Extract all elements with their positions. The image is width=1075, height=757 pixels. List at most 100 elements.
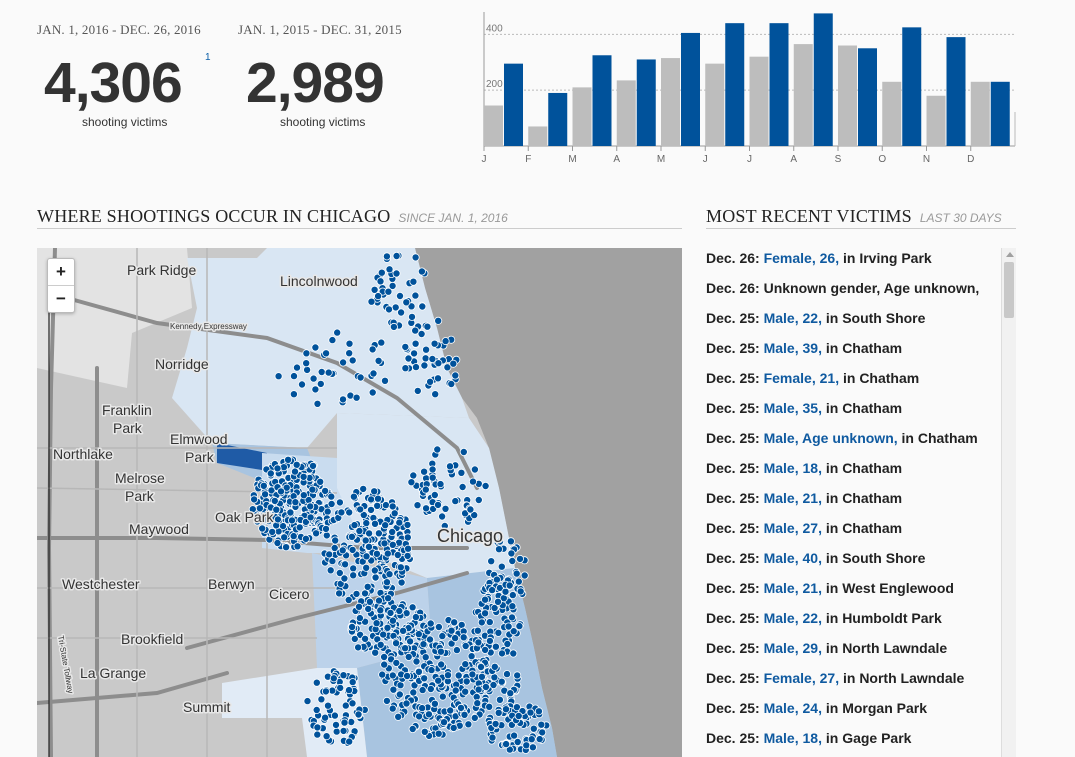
shooting-dot[interactable]	[437, 660, 446, 669]
shooting-dot[interactable]	[474, 638, 483, 647]
shooting-dot[interactable]	[317, 368, 326, 377]
shooting-dot[interactable]	[457, 620, 466, 629]
shooting-dot[interactable]	[261, 490, 270, 499]
shooting-dot[interactable]	[345, 339, 354, 348]
shooting-dot[interactable]	[316, 379, 325, 388]
victim-profile-link[interactable]: Male, 21,	[764, 490, 822, 506]
shooting-dot[interactable]	[323, 701, 332, 710]
shooting-dot[interactable]	[274, 372, 283, 381]
shooting-dot[interactable]	[383, 623, 392, 632]
shooting-dot[interactable]	[491, 642, 500, 651]
shooting-dot[interactable]	[425, 635, 434, 644]
shooting-dot[interactable]	[289, 532, 298, 541]
shooting-dot[interactable]	[341, 560, 350, 569]
victim-profile-link[interactable]: Male, 40,	[764, 550, 822, 566]
shooting-dot[interactable]	[431, 390, 440, 399]
shooting-dot[interactable]	[487, 557, 496, 566]
shooting-dot[interactable]	[362, 519, 371, 528]
shooting-dot[interactable]	[505, 581, 514, 590]
shooting-dot[interactable]	[345, 508, 354, 517]
shooting-dot[interactable]	[527, 735, 536, 744]
victim-row[interactable]: Dec. 25: Female, 27, in North Lawndale	[706, 666, 1000, 696]
shooting-dot[interactable]	[339, 671, 348, 680]
shooting-dot[interactable]	[447, 626, 456, 635]
shooting-dot[interactable]	[376, 277, 385, 286]
shooting-dot[interactable]	[421, 485, 430, 494]
shooting-dot[interactable]	[340, 574, 349, 583]
victim-profile-link[interactable]: Male, 18,	[764, 730, 822, 746]
shooting-dot[interactable]	[520, 571, 529, 580]
shooting-dot[interactable]	[355, 526, 364, 535]
victim-row[interactable]: Dec. 25: Male, 21, in West Englewood	[706, 576, 1000, 606]
shooting-dot[interactable]	[292, 363, 301, 372]
shooting-dot[interactable]	[481, 609, 490, 618]
victim-row[interactable]: Dec. 25: Male, 21, in Chatham	[706, 486, 1000, 516]
shooting-dot[interactable]	[363, 582, 372, 591]
victims-scrollbar[interactable]	[1001, 248, 1016, 757]
shooting-dot[interactable]	[537, 720, 546, 729]
victim-row[interactable]: Dec. 25: Male, 40, in South Shore	[706, 546, 1000, 576]
shooting-dot[interactable]	[428, 473, 437, 482]
shooting-dot[interactable]	[481, 645, 490, 654]
shooting-dot[interactable]	[390, 509, 399, 518]
shooting-dot[interactable]	[347, 532, 356, 541]
shooting-dot[interactable]	[508, 556, 517, 565]
shooting-dot[interactable]	[426, 619, 435, 628]
shooting-dot[interactable]	[312, 529, 321, 538]
shooting-dot[interactable]	[331, 536, 340, 545]
shooting-dot[interactable]	[365, 597, 374, 606]
shooting-dot[interactable]	[430, 699, 439, 708]
shooting-dot[interactable]	[516, 587, 525, 596]
shooting-dot[interactable]	[322, 349, 331, 358]
shooting-dot[interactable]	[325, 550, 334, 559]
shooting-dot[interactable]	[301, 534, 310, 543]
shooting-dot[interactable]	[481, 481, 490, 490]
shooting-dot[interactable]	[329, 674, 338, 683]
shooting-dot[interactable]	[426, 377, 435, 386]
shooting-dot[interactable]	[389, 685, 398, 694]
shooting-dot[interactable]	[401, 364, 410, 373]
victim-row[interactable]: Dec. 25: Male, 18, in Chatham	[706, 456, 1000, 486]
shooting-dot[interactable]	[454, 671, 463, 680]
shooting-dot[interactable]	[362, 563, 371, 572]
shooting-dot[interactable]	[409, 688, 418, 697]
shooting-dot[interactable]	[388, 704, 397, 713]
shooting-dot[interactable]	[392, 658, 401, 667]
victim-row[interactable]: Dec. 26: Female, 26, in Irving Park	[706, 246, 1000, 276]
shooting-dot[interactable]	[497, 649, 506, 658]
shooting-dot[interactable]	[397, 578, 406, 587]
shooting-dot[interactable]	[378, 670, 387, 679]
shooting-dot[interactable]	[336, 683, 345, 692]
shootings-map[interactable]: Park Ridge Lincolnwood Kennedy Expresswa…	[37, 248, 682, 757]
shooting-dot[interactable]	[259, 481, 268, 490]
shooting-dot[interactable]	[434, 622, 443, 631]
shooting-dot[interactable]	[489, 680, 498, 689]
shooting-dot[interactable]	[451, 686, 460, 695]
shooting-dot[interactable]	[436, 647, 445, 656]
shooting-dot[interactable]	[345, 737, 354, 746]
shooting-dot[interactable]	[361, 634, 370, 643]
shooting-dot[interactable]	[289, 372, 298, 381]
shooting-dot[interactable]	[376, 640, 385, 649]
shooting-dot[interactable]	[340, 718, 349, 727]
shooting-dot[interactable]	[508, 591, 517, 600]
shooting-dot[interactable]	[287, 516, 296, 525]
victim-profile-link[interactable]: Male, 21,	[764, 580, 822, 596]
shooting-dot[interactable]	[380, 539, 389, 548]
victim-profile-link[interactable]: Male, 24,	[764, 700, 822, 716]
shooting-dot[interactable]	[474, 685, 483, 694]
shooting-dot[interactable]	[461, 660, 470, 669]
shooting-dot[interactable]	[403, 551, 412, 560]
shooting-dot[interactable]	[459, 447, 468, 456]
shooting-dot[interactable]	[388, 502, 397, 511]
shooting-dot[interactable]	[507, 549, 516, 558]
shooting-dot[interactable]	[449, 359, 458, 368]
shooting-dot[interactable]	[349, 564, 358, 573]
shooting-dot[interactable]	[272, 505, 281, 514]
victim-row[interactable]: Dec. 25: Male, Age unknown, in Chatham	[706, 426, 1000, 456]
shooting-dot[interactable]	[332, 727, 341, 736]
shooting-dot[interactable]	[434, 316, 443, 325]
shooting-dot[interactable]	[538, 728, 547, 737]
shooting-dot[interactable]	[372, 619, 381, 628]
shooting-dot[interactable]	[266, 469, 275, 478]
